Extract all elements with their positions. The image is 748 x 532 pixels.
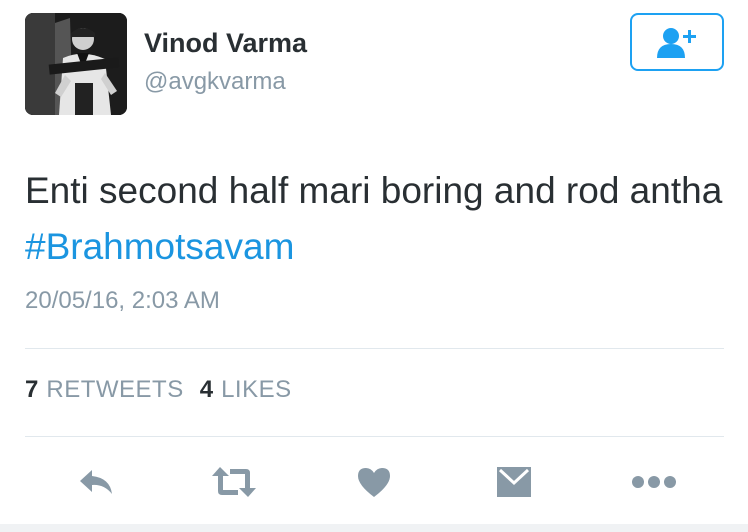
like-button[interactable] [352,455,396,509]
tweet-text: Enti second half mari boring and rod ant… [25,163,725,275]
reply-icon [80,470,112,494]
follow-user-icon [657,28,696,58]
tweet-timestamp: 20/05/16, 2:03 AM [25,287,220,314]
profile-photo [25,13,127,115]
avatar[interactable] [25,13,127,115]
hashtag-link[interactable]: #Brahmotsavam [25,226,294,267]
direct-message-button[interactable] [490,455,538,509]
heart-icon [358,468,390,497]
divider [25,436,724,437]
follow-button[interactable] [630,13,724,71]
bottom-separator [0,524,748,532]
reply-button[interactable] [72,455,120,509]
more-dots-icon [632,476,676,488]
envelope-icon [497,467,531,497]
user-display-name[interactable]: Vinod Varma [144,28,307,59]
tweet-stats: 7 RETWEETS 4 LIKES [25,376,292,404]
retweet-icon [212,467,256,497]
user-handle[interactable]: @avgkvarma [144,68,286,96]
retweet-button[interactable] [208,455,260,509]
tweet-body: Enti second half mari boring and rod ant… [25,170,723,211]
tweet-actions [0,455,748,509]
more-options-button[interactable] [628,455,680,509]
likes-count[interactable]: 4 [200,376,213,404]
retweets-label[interactable]: RETWEETS [46,376,183,404]
divider [25,348,724,349]
retweets-count[interactable]: 7 [25,376,38,404]
likes-label[interactable]: LIKES [221,376,292,404]
